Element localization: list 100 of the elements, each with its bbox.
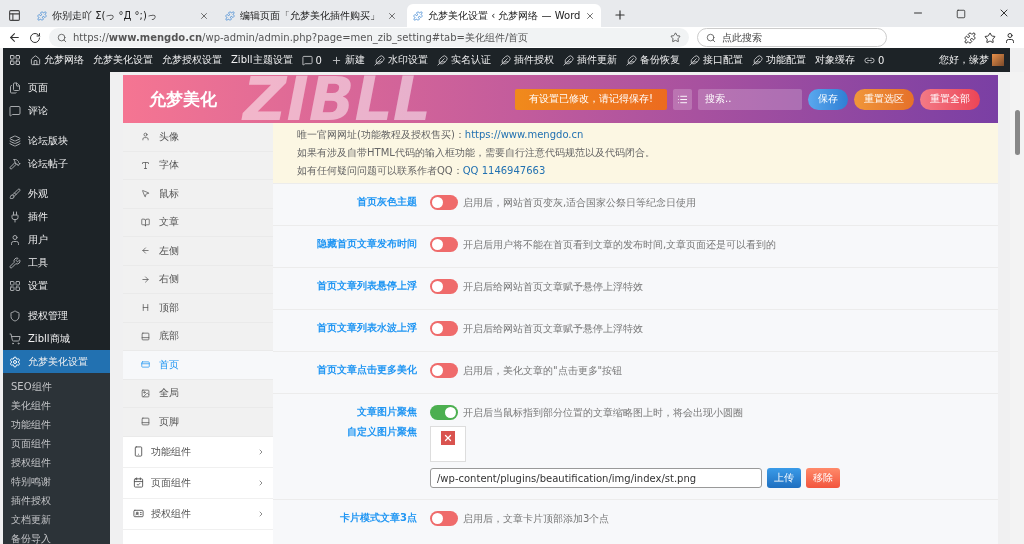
remove-image-button[interactable]: [441, 431, 455, 445]
admin-bar-item[interactable]: 备份恢复: [625, 53, 680, 67]
profile-icon[interactable]: [1004, 31, 1016, 44]
subnav-item[interactable]: 全局: [123, 379, 273, 408]
subnav-item[interactable]: 字体: [123, 151, 273, 180]
admin-bar-item[interactable]: 允梦网络: [30, 53, 84, 67]
close-icon[interactable]: [998, 7, 1010, 19]
admin-bar-item[interactable]: 插件授权: [499, 53, 554, 67]
submenu-item[interactable]: 美化组件: [11, 396, 110, 415]
toggle-switch[interactable]: [430, 279, 458, 294]
sidebar-item[interactable]: 用户: [3, 228, 110, 251]
setting-description: 启用后，美化文章的"点击更多"按钮: [463, 363, 623, 378]
submenu-item[interactable]: 特别鸣谢: [11, 472, 110, 491]
sidebar-item[interactable]: 页面: [3, 76, 110, 99]
submenu-item[interactable]: 文档更新: [11, 510, 110, 529]
toggle-switch[interactable]: [430, 195, 458, 210]
menu-item-icon: [9, 279, 21, 292]
submenu-item[interactable]: 页面组件: [11, 434, 110, 453]
browser-tab[interactable]: 编辑页面「允梦美化插件购买」: [219, 4, 403, 27]
sidebar-item[interactable]: 论坛帖子: [3, 152, 110, 175]
subnav-item[interactable]: 底部: [123, 322, 273, 351]
nav-item-icon: [141, 160, 150, 170]
tab-actions-icon[interactable]: [8, 9, 21, 22]
setting-description: 开启后给网站首页文章赋予悬停上浮特效: [463, 279, 643, 294]
menu-item-icon: [373, 54, 385, 66]
toggle-switch[interactable]: [430, 511, 458, 526]
refresh-icon[interactable]: [29, 31, 41, 44]
sidebar-item[interactable]: 论坛版块: [3, 129, 110, 152]
toggle-switch[interactable]: [430, 363, 458, 378]
admin-bar-item[interactable]: 0: [863, 54, 885, 66]
subnav-item[interactable]: 鼠标: [123, 180, 273, 209]
toggle-switch[interactable]: [430, 405, 458, 420]
sidebar-item[interactable]: 设置: [3, 274, 110, 297]
favorite-icon[interactable]: [670, 32, 681, 43]
sidebar-item[interactable]: 工具: [3, 251, 110, 274]
subnav-item[interactable]: 文章: [123, 208, 273, 237]
menu-item-icon: [625, 54, 637, 66]
subnav-item[interactable]: 页脚: [123, 408, 273, 437]
avatar: [992, 54, 1004, 66]
setting-label: 首页文章列表悬停上浮: [316, 279, 418, 293]
new-tab-icon[interactable]: [613, 8, 628, 22]
admin-bar-item[interactable]: 功能配置: [751, 53, 806, 67]
url-text: https://www.mengdo.cn/wp-admin/admin.php?page=men_zib_setting#tab=美化组件/首页: [73, 30, 530, 45]
admin-bar-item[interactable]: 新建: [330, 53, 365, 67]
address-field[interactable]: https://www.mengdo.cn/wp-admin/admin.php?page=men_zib_setting#tab=美化组件/首页: [49, 28, 689, 47]
admin-bar-item[interactable]: 接口配置: [688, 53, 743, 67]
subnav-item[interactable]: 左侧: [123, 237, 273, 266]
toggle-switch[interactable]: [430, 321, 458, 336]
extensions-icon[interactable]: [964, 31, 976, 44]
menu-item-icon: [9, 81, 21, 94]
admin-bar-item[interactable]: 插件更新: [562, 53, 617, 67]
sidebar-item[interactable]: Zibll商城: [3, 327, 110, 350]
image-path-field[interactable]: /wp-content/plugins/beautification/img/index/st.png: [430, 468, 762, 488]
chevron-icon: [257, 509, 265, 518]
setting-description: 启用后，网站首页变灰,适合国家公祭日等纪念日使用: [463, 195, 697, 210]
admin-bar-item[interactable]: 0: [301, 54, 322, 66]
menu-item-icon: [436, 54, 448, 66]
favorites-icon[interactable]: [984, 31, 996, 44]
toggle-switch[interactable]: [430, 237, 458, 252]
menu-item-icon: [30, 54, 41, 66]
submenu-item[interactable]: SEO组件: [11, 377, 110, 396]
subnav-item[interactable]: 右侧: [123, 265, 273, 294]
setting-label: 首页文章点击更多美化: [316, 363, 418, 377]
sidebar-item[interactable]: 外观: [3, 182, 110, 205]
maximize-icon[interactable]: [956, 9, 966, 19]
subnav-item[interactable]: 顶部: [123, 294, 273, 323]
admin-bar-item[interactable]: 对象缓存: [814, 53, 855, 67]
nav-item-icon: [141, 303, 150, 313]
list-button[interactable]: [673, 88, 692, 110]
browser-tab[interactable]: 你别走吖 Σ(っ °Д °;)っ: [31, 4, 215, 27]
close-icon[interactable]: [585, 10, 596, 21]
notice-text: 如有任何疑问问题可以联系作者QQ：QQ 1146947663: [297, 164, 547, 178]
subnav-item[interactable]: 头像: [123, 123, 273, 152]
setting-label: 首页文章列表水波上浮: [316, 321, 418, 335]
submenu-item[interactable]: 备份导入: [11, 529, 110, 544]
admin-bar-item[interactable]: 允梦美化设置: [93, 53, 153, 67]
admin-bar-item[interactable]: Zibll主题设置: [231, 53, 293, 67]
sidebar-item[interactable]: 插件: [3, 205, 110, 228]
group-icon: [133, 508, 144, 519]
admin-bar-item[interactable]: 实名认证: [436, 53, 491, 67]
back-icon[interactable]: [8, 31, 21, 44]
submenu-item[interactable]: 授权组件: [11, 453, 110, 472]
sidebar-item[interactable]: 授权管理: [3, 304, 110, 327]
sidebar-item[interactable]: 允梦美化设置: [3, 350, 110, 373]
setting-label: 自定义图片聚焦: [346, 425, 418, 439]
account-greeting[interactable]: 您好，缘梦: [939, 53, 1004, 67]
sidebar-item[interactable]: 评论: [3, 99, 110, 122]
upload-action-button[interactable]: 上传: [767, 468, 801, 488]
nav-item-icon: [141, 246, 150, 256]
submenu-item[interactable]: 功能组件: [11, 415, 110, 434]
notice-link[interactable]: https://www.mengdo.cn: [464, 129, 584, 140]
notice-text: 如果有涉及自带HTML代码的输入框功能，需要自行注意代码规范以及代码闭合。: [297, 146, 656, 160]
notice-link[interactable]: QQ 1146947663: [462, 165, 546, 176]
admin-bar-item[interactable]: 水印设置: [373, 53, 428, 67]
submenu-item[interactable]: 插件授权: [11, 491, 110, 510]
site-icon: [413, 10, 423, 21]
browser-tab[interactable]: 允梦美化设置 ‹ 允梦网络 — Word: [407, 4, 602, 27]
admin-bar-item[interactable]: 允梦授权设置: [162, 53, 222, 67]
nav-item-icon: [141, 388, 150, 398]
menu-item-icon: [330, 54, 342, 66]
